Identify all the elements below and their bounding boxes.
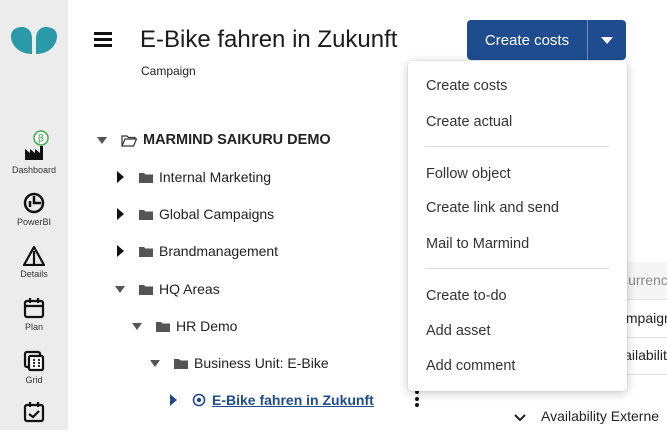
- menu-item-create-link-and-send[interactable]: Create link and send: [408, 193, 627, 223]
- caret-down-icon: [601, 36, 613, 44]
- create-costs-button[interactable]: Create costs: [467, 20, 587, 60]
- sidebar-item-details[interactable]: Details: [0, 246, 68, 279]
- folder-icon: [156, 321, 170, 332]
- page-subtitle: Campaign: [141, 64, 196, 78]
- tree-node-label: Brandmanagement: [159, 243, 279, 259]
- sidebar-item-todo[interactable]: [0, 401, 68, 423]
- sidebar-item-grid[interactable]: Grid: [0, 350, 68, 385]
- page-title: E-Bike fahren in Zukunft: [140, 26, 398, 53]
- menu-item-add-asset[interactable]: Add asset: [408, 316, 627, 346]
- plan-icon: [23, 298, 45, 319]
- tree-node-hq-areas[interactable]: HQ Areas: [113, 277, 220, 301]
- tree-node-internal-marketing[interactable]: Internal Marketing: [113, 165, 271, 189]
- expand-icon[interactable]: [116, 171, 124, 183]
- campaign-target-icon: [192, 393, 206, 407]
- grid-icon: [23, 350, 45, 372]
- menu-divider: [425, 268, 609, 269]
- sidebar-item-label: Plan: [24, 322, 43, 332]
- tree-node-brandmanagement[interactable]: Brandmanagement: [113, 239, 278, 263]
- menu-divider: [425, 146, 609, 147]
- collapse-icon[interactable]: [115, 285, 125, 293]
- tree-node-label: Business Unit: E-Bike: [194, 355, 329, 371]
- create-options-dropdown-button[interactable]: [587, 20, 626, 60]
- menu-item-mail-to-marmind[interactable]: Mail to Marmind: [408, 229, 627, 259]
- menu-item-add-comment[interactable]: Add comment: [408, 351, 627, 381]
- collapse-icon[interactable]: [132, 322, 142, 330]
- menu-item-create-costs[interactable]: Create costs: [408, 71, 627, 101]
- collapse-icon[interactable]: [97, 136, 107, 144]
- tree-node-global-campaigns[interactable]: Global Campaigns: [113, 202, 274, 226]
- menu-item-create-actual[interactable]: Create actual: [408, 107, 627, 137]
- tree-node-business-unit[interactable]: Business Unit: E-Bike: [148, 351, 329, 375]
- more-options-icon[interactable]: [413, 390, 421, 410]
- folder-open-icon: [121, 134, 137, 147]
- folder-icon: [139, 284, 153, 295]
- folder-icon: [139, 172, 153, 183]
- tree-node-active-campaign[interactable]: E-Bike fahren in Zukunft: [166, 388, 374, 412]
- collapse-icon[interactable]: [150, 359, 160, 367]
- tree-node-label: Internal Marketing: [159, 169, 272, 185]
- sidebar-item-plan[interactable]: Plan: [0, 297, 68, 332]
- sidebar-item-label: Grid: [25, 375, 43, 385]
- tree-node-label: HQ Areas: [159, 281, 220, 297]
- expand-icon[interactable]: [116, 245, 124, 257]
- chevron-down-icon[interactable]: [514, 413, 526, 423]
- sidebar-item-dashboard[interactable]: Dashboard: [0, 142, 68, 175]
- powerbi-icon: [23, 192, 45, 214]
- dashboard-icon: [25, 146, 43, 160]
- create-costs-split-button: Create costs: [467, 20, 626, 60]
- create-options-menu: Create costs Create actual Follow object…: [408, 61, 627, 391]
- table-row[interactable]: Availability Externe: [500, 404, 667, 441]
- details-icon: [23, 246, 45, 266]
- tree-node-label: Global Campaigns: [159, 206, 275, 222]
- tree-node-label: E-Bike fahren in Zukunft: [212, 392, 374, 408]
- tree-node-hr-demo[interactable]: HR Demo: [130, 314, 237, 338]
- sidebar-item-powerbi[interactable]: PowerBI: [0, 192, 68, 227]
- tree-node-label: HR Demo: [176, 318, 238, 334]
- left-rail: β Dashboard PowerBI Details Plan Grid: [0, 0, 68, 430]
- app-logo: [11, 27, 57, 54]
- sidebar-item-label: Dashboard: [11, 165, 57, 175]
- folder-icon: [174, 358, 188, 369]
- menu-item-create-todo[interactable]: Create to-do: [408, 281, 627, 311]
- folder-icon: [139, 209, 153, 220]
- folder-icon: [139, 246, 153, 257]
- tree-node-label: MARMIND SAIKURU DEMO: [143, 132, 331, 148]
- expand-icon[interactable]: [169, 394, 177, 406]
- expand-icon[interactable]: [116, 208, 124, 220]
- sidebar-item-label: PowerBI: [16, 217, 51, 227]
- menu-item-follow-object[interactable]: Follow object: [408, 159, 627, 189]
- menu-toggle-icon[interactable]: [94, 32, 112, 48]
- sidebar-item-label: Details: [20, 269, 48, 279]
- tree-root-node[interactable]: MARMIND SAIKURU DEMO: [95, 128, 331, 152]
- calendar-check-icon: [23, 402, 45, 423]
